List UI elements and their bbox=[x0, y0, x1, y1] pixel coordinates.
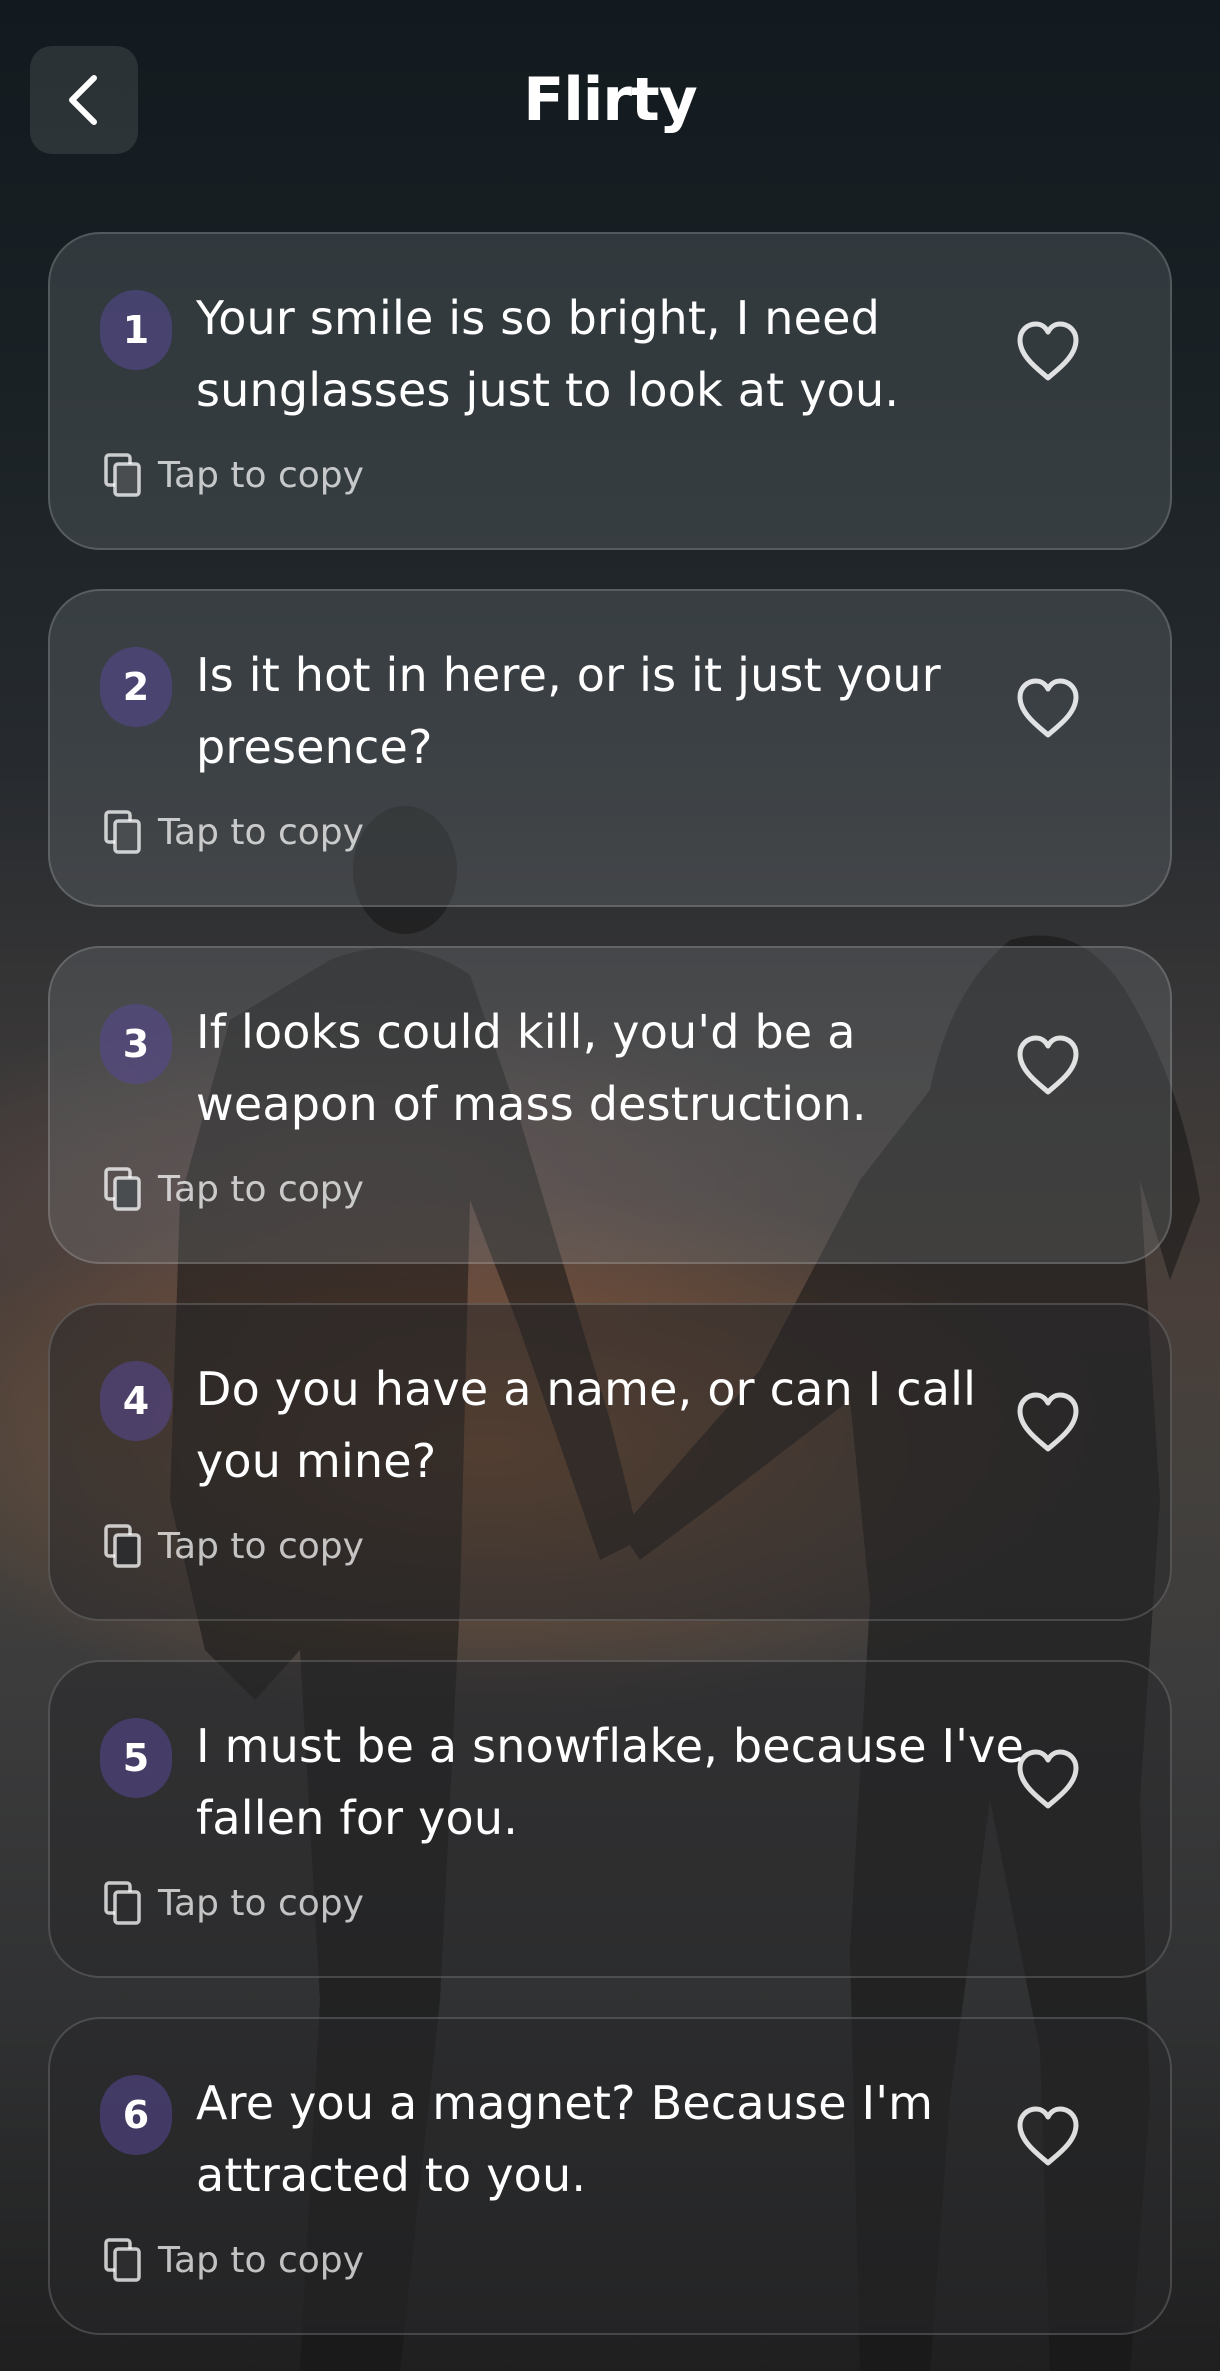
copy-icon bbox=[104, 810, 141, 854]
line-text: Your smile is so bright, I need sunglass… bbox=[196, 291, 900, 417]
copy-icon bbox=[104, 453, 141, 497]
copy-label: Tap to copy bbox=[158, 811, 364, 853]
copy-label: Tap to copy bbox=[158, 1168, 364, 1210]
copy-button[interactable]: Tap to copy bbox=[102, 1521, 364, 1571]
line-text: Do you have a name, or can I call you mi… bbox=[196, 1362, 977, 1488]
line-number-badge: 1 bbox=[100, 290, 172, 370]
line-text: If looks could kill, you'd be a weapon o… bbox=[196, 1005, 867, 1131]
heart-outline-icon[interactable] bbox=[1012, 1030, 1084, 1102]
copy-label: Tap to copy bbox=[158, 454, 364, 496]
top-bar: Flirty bbox=[0, 0, 1220, 200]
line-number-badge: 3 bbox=[100, 1004, 172, 1084]
copy-label: Tap to copy bbox=[158, 1525, 364, 1567]
line-number-badge: 5 bbox=[100, 1718, 172, 1798]
heart-outline-icon[interactable] bbox=[1012, 673, 1084, 745]
page-title: Flirty bbox=[523, 65, 698, 135]
copy-icon bbox=[104, 1881, 141, 1925]
heart-outline-icon[interactable] bbox=[1012, 2101, 1084, 2173]
line-card[interactable]: 1 Your smile is so bright, I need sungla… bbox=[48, 232, 1172, 550]
copy-label: Tap to copy bbox=[158, 1882, 364, 1924]
heart-outline-icon[interactable] bbox=[1012, 316, 1084, 388]
line-number-badge: 6 bbox=[100, 2075, 172, 2155]
copy-label: Tap to copy bbox=[158, 2239, 364, 2281]
heart-outline-icon[interactable] bbox=[1012, 1744, 1084, 1816]
line-card[interactable]: 3 If looks could kill, you'd be a weapon… bbox=[48, 946, 1172, 1264]
heart-outline-icon[interactable] bbox=[1012, 1387, 1084, 1459]
copy-icon bbox=[104, 1167, 141, 1211]
line-card[interactable]: 2 Is it hot in here, or is it just your … bbox=[48, 589, 1172, 907]
pickup-lines-list: 1 Your smile is so bright, I need sungla… bbox=[48, 232, 1172, 2371]
copy-button[interactable]: Tap to copy bbox=[102, 2235, 364, 2285]
line-card[interactable]: 5 I must be a snowflake, because I've fa… bbox=[48, 1660, 1172, 1978]
copy-button[interactable]: Tap to copy bbox=[102, 450, 364, 500]
copy-icon bbox=[104, 1524, 141, 1568]
copy-button[interactable]: Tap to copy bbox=[102, 1878, 364, 1928]
line-card[interactable]: 4 Do you have a name, or can I call you … bbox=[48, 1303, 1172, 1621]
line-number-badge: 4 bbox=[100, 1361, 172, 1441]
line-text: Are you a magnet? Because I'm attracted … bbox=[196, 2076, 934, 2202]
line-text: Is it hot in here, or is it just your pr… bbox=[196, 648, 941, 774]
copy-icon bbox=[104, 2238, 141, 2282]
line-text: I must be a snowflake, because I've fall… bbox=[196, 1719, 1025, 1845]
copy-button[interactable]: Tap to copy bbox=[102, 807, 364, 857]
line-number-badge: 2 bbox=[100, 647, 172, 727]
line-card[interactable]: 6 Are you a magnet? Because I'm attracte… bbox=[48, 2017, 1172, 2335]
copy-button[interactable]: Tap to copy bbox=[102, 1164, 364, 1214]
